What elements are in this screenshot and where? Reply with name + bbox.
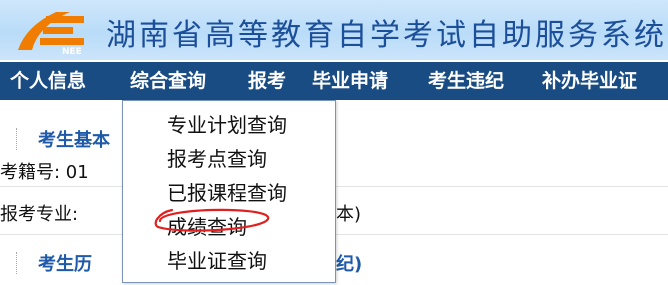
nav-personal-info[interactable]: 个人信息	[10, 62, 86, 100]
section-divider	[16, 252, 20, 274]
main-nav: 个人信息 综合查询 报考 毕业申请 考生违纪 补办毕业证	[0, 62, 668, 100]
section-title: 考生历	[38, 254, 92, 275]
menu-item-registered-courses[interactable]: 已报课程查询	[167, 177, 287, 206]
menu-item-certificate-query[interactable]: 毕业证查询	[167, 245, 267, 274]
menu-item-major-plan[interactable]: 专业计划查询	[167, 109, 287, 138]
menu-item-exam-site[interactable]: 报考点查询	[167, 143, 267, 172]
exam-logo-icon: NEE	[18, 12, 84, 56]
menu-item-score-query[interactable]: 成绩查询	[167, 211, 247, 240]
section-divider	[16, 128, 20, 150]
major-field-label: 报考专业:	[0, 204, 79, 225]
general-query-dropdown: 专业计划查询 报考点查询 已报课程查询 成绩查询 毕业证查询	[122, 100, 336, 283]
exam-number-field: 考籍号: 01	[0, 162, 89, 183]
site-title: 湖南省高等教育自学考试自助服务系统	[106, 18, 667, 53]
nav-general-query[interactable]: 综合查询	[130, 62, 206, 100]
section-title-suffix: 纪)	[336, 254, 363, 275]
nav-violation[interactable]: 考生违纪	[428, 62, 504, 100]
nav-exam-registration[interactable]: 报考	[248, 62, 286, 100]
nav-graduation-apply[interactable]: 毕业申请	[312, 62, 388, 100]
header-banner: NEE 湖南省高等教育自学考试自助服务系统	[0, 0, 668, 60]
nav-reissue-certificate[interactable]: 补办毕业证	[542, 62, 637, 100]
logo-text: NEE	[62, 47, 82, 56]
section-title: 考生基本	[38, 130, 110, 151]
major-field-value: 本)	[336, 204, 362, 225]
